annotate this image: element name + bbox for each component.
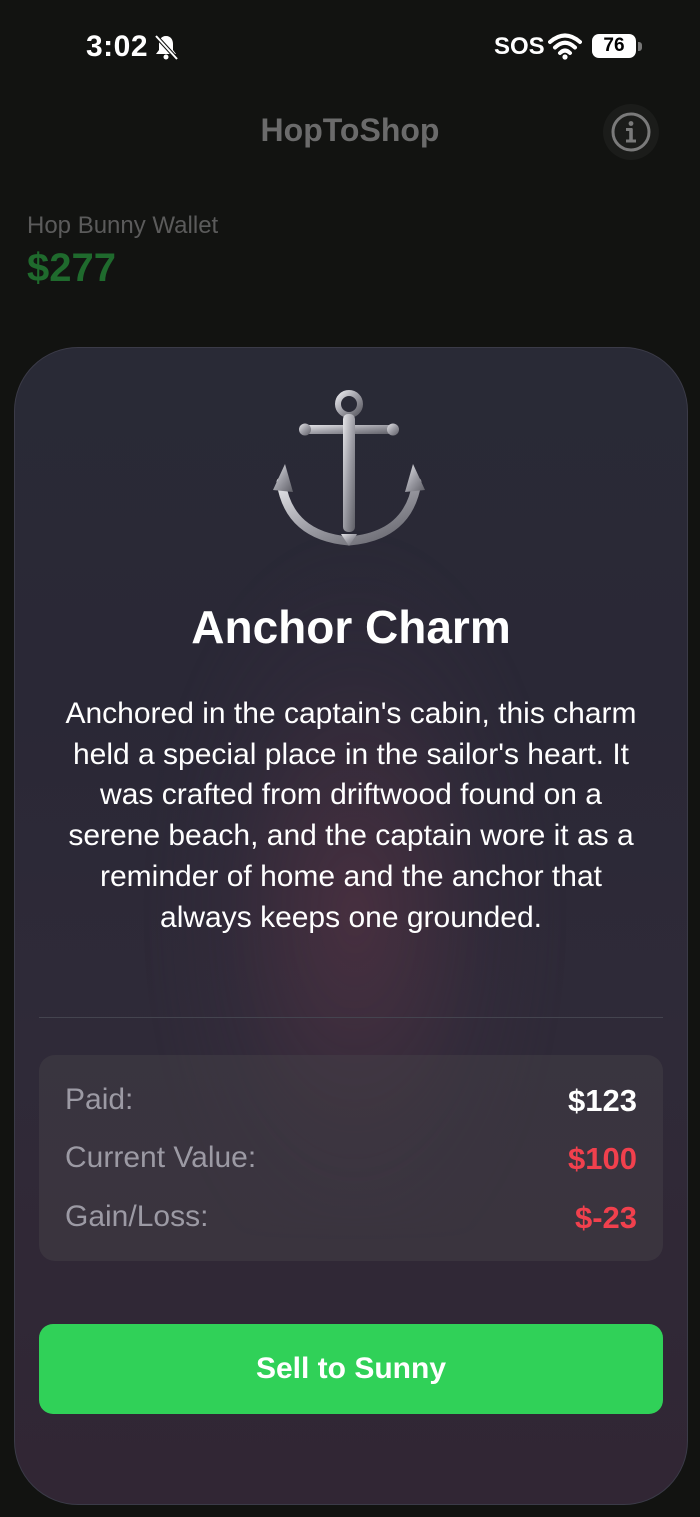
wifi-icon <box>548 33 582 60</box>
wallet-label: Hop Bunny Wallet <box>27 212 219 239</box>
info-icon <box>611 112 651 152</box>
current-value-label: Current Value: <box>65 1141 257 1174</box>
anchor-icon <box>273 390 425 546</box>
stat-row-current-value: Current Value: $100 <box>65 1141 637 1181</box>
sell-button[interactable]: Sell to Sunny <box>39 1324 663 1414</box>
stat-row-paid: Paid: $123 <box>65 1083 637 1123</box>
status-time: 3:02 <box>86 30 149 63</box>
screen: 3:02 SOS 76 HopToShop Hop Bunny Wallet $… <box>0 0 700 1517</box>
gain-loss-label: Gain/Loss: <box>65 1200 209 1233</box>
stat-row-gain-loss: Gain/Loss: $-23 <box>65 1200 637 1240</box>
status-sos: SOS <box>494 33 545 60</box>
page-title: HopToShop <box>260 112 440 148</box>
gain-loss-value: $-23 <box>574 1200 637 1235</box>
paid-value: $123 <box>568 1083 637 1118</box>
item-description: Anchored in the captain's cabin, this ch… <box>65 697 637 934</box>
battery-body: 76 <box>592 34 636 58</box>
current-value-value: $100 <box>568 1141 637 1176</box>
wallet-amount: $277 <box>27 246 116 290</box>
battery-icon: 76 <box>592 34 644 60</box>
battery-level: 76 <box>603 35 625 56</box>
bell-slash-icon <box>154 34 179 61</box>
divider <box>39 1017 663 1018</box>
item-title: Anchor Charm <box>191 601 511 653</box>
item-detail-sheet: Anchor Charm Anchored in the captain's c… <box>14 347 688 1505</box>
battery-cap <box>638 42 642 51</box>
paid-label: Paid: <box>65 1083 134 1116</box>
status-bar: 3:02 SOS 76 <box>0 0 700 96</box>
info-button[interactable] <box>603 104 659 160</box>
stats-card: Paid: $123 Current Value: $100 Gain/Loss… <box>39 1055 663 1261</box>
